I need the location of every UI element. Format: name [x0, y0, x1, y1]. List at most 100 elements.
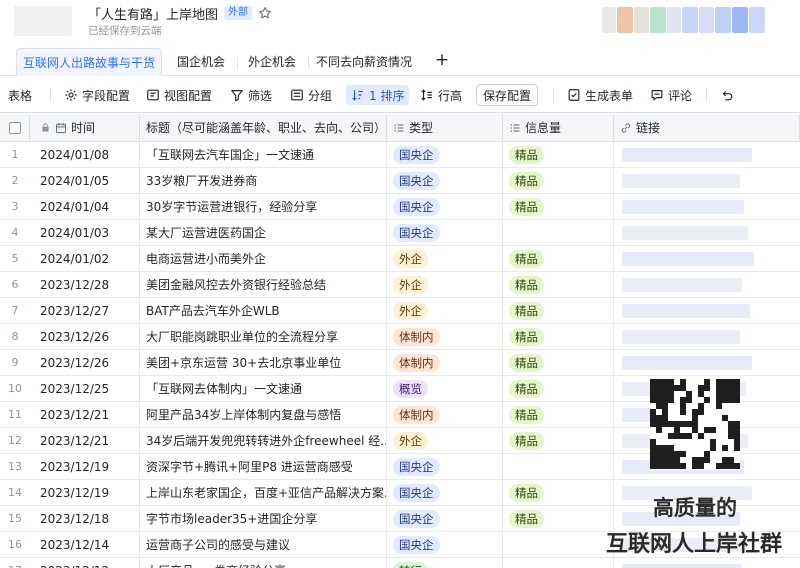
- cell-type[interactable]: 国央企: [387, 454, 503, 479]
- cell-title[interactable]: 阿里产品34岁上岸体制内复盘与感悟: [140, 402, 387, 427]
- undo-button[interactable]: [720, 85, 734, 105]
- cell-type[interactable]: 国央企: [387, 142, 503, 167]
- collaborator-avatar[interactable]: [634, 7, 649, 33]
- cell-info[interactable]: 精品: [503, 168, 614, 193]
- cell-info[interactable]: 精品: [503, 428, 614, 453]
- cell-type[interactable]: 外企: [387, 298, 503, 323]
- cell-title[interactable]: 运营商子公司的感受与建议: [140, 532, 387, 557]
- cell-type[interactable]: 国央企: [387, 480, 503, 505]
- table-row[interactable]: 6 2023/12/28 美团金融风控去外资银行经验总结 外企 精品: [0, 272, 800, 298]
- cell-type[interactable]: 国央企: [387, 532, 503, 557]
- link-redacted[interactable]: [622, 148, 752, 162]
- link-redacted[interactable]: [622, 174, 740, 188]
- column-header-info[interactable]: 信息量: [503, 114, 614, 141]
- cell-info[interactable]: [503, 454, 614, 479]
- cell-type[interactable]: 体制内: [387, 350, 503, 375]
- cell-info[interactable]: 精品: [503, 246, 614, 271]
- cell-type[interactable]: 国央企: [387, 506, 503, 531]
- cell-type[interactable]: 外企: [387, 428, 503, 453]
- add-tab-icon[interactable]: +: [432, 50, 452, 70]
- cell-info[interactable]: 精品: [503, 272, 614, 297]
- collaborator-avatar[interactable]: [749, 7, 765, 33]
- cell-time[interactable]: 2024/01/05: [30, 168, 140, 193]
- table-row[interactable]: 5 2024/01/02 电商运营进小而美外企 外企 精品: [0, 246, 800, 272]
- cell-time[interactable]: 2023/12/28: [30, 272, 140, 297]
- cell-link[interactable]: [614, 168, 800, 193]
- cell-title[interactable]: 资深字节+腾讯+阿里P8 进运营商感受: [140, 454, 387, 479]
- column-header-title[interactable]: 标题（尽可能涵盖年龄、职业、去向、公司）: [140, 114, 387, 141]
- cell-link[interactable]: [614, 298, 800, 323]
- table-row[interactable]: 9 2023/12/26 美团+京东运营 30+去北京事业单位 体制内 精品: [0, 350, 800, 376]
- column-header-type[interactable]: 类型: [387, 114, 503, 141]
- cell-title[interactable]: 某大厂运营进医药国企: [140, 220, 387, 245]
- cell-time[interactable]: 2024/01/08: [30, 142, 140, 167]
- cell-link[interactable]: [614, 246, 800, 271]
- cell-time[interactable]: 2024/01/04: [30, 194, 140, 219]
- table-row[interactable]: 7 2023/12/27 BAT产品去汽车外企WLB 外企 精品: [0, 298, 800, 324]
- row-height-button[interactable]: 行高: [420, 85, 462, 105]
- cell-time[interactable]: 2023/12/26: [30, 324, 140, 349]
- cell-info[interactable]: 精品: [503, 324, 614, 349]
- cell-type[interactable]: 国央企: [387, 220, 503, 245]
- tab-state-enterprise[interactable]: 国企机会: [170, 48, 232, 76]
- tab-salary[interactable]: 不同去向薪资情况: [312, 48, 416, 76]
- cell-info[interactable]: [503, 220, 614, 245]
- cell-time[interactable]: 2023/12/19: [30, 480, 140, 505]
- table-row[interactable]: 1 2024/01/08 「互联网去汽车国企」一文速通 国央企 精品: [0, 142, 800, 168]
- cell-info[interactable]: 精品: [503, 350, 614, 375]
- save-config-button[interactable]: 保存配置: [476, 84, 539, 106]
- cell-title[interactable]: 「互联网去汽车国企」一文速通: [140, 142, 387, 167]
- cell-title[interactable]: 大厂职能岗跳职业单位的全流程分享: [140, 324, 387, 349]
- collaborator-avatar[interactable]: [699, 7, 714, 33]
- doc-title[interactable]: 「人生有路」上岸地图: [88, 4, 218, 23]
- cell-info[interactable]: 精品: [503, 194, 614, 219]
- cell-type[interactable]: 体制内: [387, 324, 503, 349]
- cell-time[interactable]: 2023/12/27: [30, 298, 140, 323]
- cell-type[interactable]: 体制内: [387, 402, 503, 427]
- select-all-checkbox[interactable]: [0, 114, 30, 141]
- table-row[interactable]: 8 2023/12/26 大厂职能岗跳职业单位的全流程分享 体制内 精品: [0, 324, 800, 350]
- column-header-time[interactable]: 时间: [30, 114, 140, 141]
- collaborator-avatar[interactable]: [682, 7, 698, 33]
- cell-link[interactable]: [614, 220, 800, 245]
- doc-thumbnail[interactable]: [14, 6, 72, 36]
- cell-link[interactable]: [614, 194, 800, 219]
- cell-info[interactable]: 精品: [503, 480, 614, 505]
- link-redacted[interactable]: [622, 200, 744, 214]
- cell-link[interactable]: [614, 558, 800, 568]
- cell-info[interactable]: [503, 558, 614, 568]
- cell-time[interactable]: 2023/12/21: [30, 428, 140, 453]
- cell-title[interactable]: 字节市场leader35+进国企分享: [140, 506, 387, 531]
- cell-time[interactable]: 2024/01/02: [30, 246, 140, 271]
- cell-title[interactable]: 美团金融风控去外资银行经验总结: [140, 272, 387, 297]
- tab-foreign-enterprise[interactable]: 外企机会: [241, 48, 303, 76]
- collaborator-avatar[interactable]: [617, 7, 633, 33]
- sort-button[interactable]: 1 排序: [346, 85, 410, 105]
- comment-button[interactable]: 评论: [650, 85, 692, 105]
- cell-type[interactable]: 概览: [387, 376, 503, 401]
- cell-type[interactable]: 转行: [387, 558, 503, 568]
- cell-time[interactable]: 2023/12/25: [30, 376, 140, 401]
- cell-time[interactable]: 2023/12/14: [30, 532, 140, 557]
- table-label[interactable]: 表格: [8, 85, 32, 105]
- collaborator-avatar[interactable]: [650, 7, 666, 33]
- cell-time[interactable]: 2024/01/03: [30, 220, 140, 245]
- cell-type[interactable]: 国央企: [387, 168, 503, 193]
- link-redacted[interactable]: [622, 304, 750, 318]
- field-config-button[interactable]: 字段配置: [64, 85, 130, 105]
- cell-title[interactable]: 33岁粮厂开发进券商: [140, 168, 387, 193]
- link-redacted[interactable]: [622, 564, 742, 568]
- cell-type[interactable]: 外企: [387, 246, 503, 271]
- cell-info[interactable]: 精品: [503, 376, 614, 401]
- link-redacted[interactable]: [622, 330, 740, 344]
- table-row[interactable]: 2 2024/01/05 33岁粮厂开发进券商 国央企 精品: [0, 168, 800, 194]
- generate-form-button[interactable]: 生成表单: [567, 85, 633, 105]
- table-row[interactable]: 3 2024/01/04 30岁字节运营进银行，经验分享 国央企 精品: [0, 194, 800, 220]
- cell-link[interactable]: [614, 350, 800, 375]
- cell-title[interactable]: 美团+京东运营 30+去北京事业单位: [140, 350, 387, 375]
- cell-link[interactable]: [614, 142, 800, 167]
- cell-info[interactable]: 精品: [503, 298, 614, 323]
- cell-title[interactable]: 电商运营进小而美外企: [140, 246, 387, 271]
- cell-type[interactable]: 国央企: [387, 194, 503, 219]
- tab-stories[interactable]: 互联网人出路故事与干货: [16, 48, 162, 76]
